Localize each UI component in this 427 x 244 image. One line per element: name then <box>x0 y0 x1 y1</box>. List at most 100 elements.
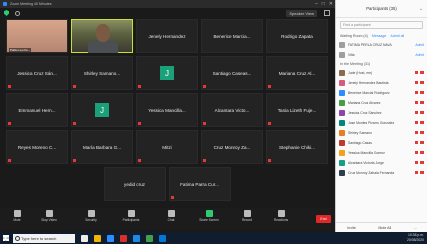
fullscreen-icon[interactable] <box>324 10 330 16</box>
avatar <box>339 170 345 176</box>
close-window-button[interactable]: ✕ <box>329 1 333 7</box>
participant-tile[interactable] <box>71 19 133 53</box>
participant-tile[interactable]: Emmanuel Hern... <box>6 93 68 127</box>
invite-button[interactable]: Invite <box>347 226 356 230</box>
participant-tile[interactable]: Alcantara Victo... <box>201 93 263 127</box>
muted-mic-icon <box>415 81 418 84</box>
participant-tile[interactable]: Mitzi <box>136 130 198 164</box>
file-explorer-icon[interactable] <box>94 234 101 242</box>
participant-name: Jessica Cruz Sán... <box>17 70 57 76</box>
word-icon[interactable] <box>133 234 140 242</box>
avatar <box>339 150 345 156</box>
toolbar-label: Record <box>241 218 253 222</box>
participant-status <box>415 101 424 104</box>
participant-row[interactable]: Jose Montes Pizarro Gonzalez <box>336 118 427 128</box>
muted-mic-icon <box>268 159 271 162</box>
windows-start-icon[interactable] <box>3 235 9 241</box>
participant-row[interactable]: Jenely Hernandez Bautista <box>336 78 427 88</box>
waiting-row[interactable]: Vitia Admit <box>336 50 427 60</box>
task-view-icon[interactable] <box>81 234 88 242</box>
avatar <box>339 42 345 48</box>
participant-tile[interactable]: Cruz Monroy Za... <box>201 130 263 164</box>
participant-tile[interactable]: Fatima Parra Cur... <box>168 167 231 201</box>
participant-row[interactable]: Jessica Cruz Sánchez <box>336 108 427 118</box>
participant-search-input[interactable]: Find a participant <box>340 21 423 29</box>
participant-row[interactable]: Benerice Marcial Rodriguez <box>336 88 427 98</box>
zoom-taskbar-icon[interactable] <box>107 234 114 242</box>
toolbar-mute-button[interactable]: Mute <box>6 210 28 222</box>
participant-row[interactable]: Santiago Casas <box>336 138 427 148</box>
participant-label: Pablo Leo Fe... <box>9 48 32 52</box>
mute-all-button[interactable]: Mute All <box>378 226 391 230</box>
participant-status <box>415 131 424 134</box>
participant-tile[interactable]: Pablo Leo Fe... <box>6 19 68 53</box>
toolbar-label: Participants <box>122 218 140 222</box>
admit-button[interactable]: Admit <box>415 53 424 57</box>
waiting-message-button[interactable]: Message <box>372 34 387 38</box>
participant-row[interactable]: Mariana Cruz Alvarez <box>336 98 427 108</box>
minimize-button[interactable]: – <box>315 1 318 7</box>
close-panel-icon[interactable]: ⌄ <box>419 6 423 12</box>
participant-row[interactable]: Shirley Samano <box>336 128 427 138</box>
encryption-shield-icon[interactable] <box>4 10 9 16</box>
share-screen-icon <box>205 210 213 217</box>
mail-icon[interactable] <box>159 234 166 242</box>
participant-name: Benerice Marcia... <box>213 33 251 39</box>
participant-name: Stephanie Chiki... <box>278 144 315 150</box>
muted-mic-icon <box>8 159 11 162</box>
toolbar-security-button[interactable]: Security <box>80 210 102 222</box>
toolbar-chat-button[interactable]: Chat <box>160 210 182 222</box>
toolbar-stop-video-button[interactable]: Stop Video <box>38 210 60 222</box>
camera-off-icon <box>420 141 424 144</box>
participant-name: Rodrigo Zapata <box>281 33 313 39</box>
participant-tile[interactable]: J <box>71 93 133 127</box>
participant-tile[interactable]: Benerice Marcia... <box>201 19 263 53</box>
avatar <box>339 100 345 106</box>
toolbar-share-screen-button[interactable]: Share Screen <box>198 210 220 222</box>
participant-tile[interactable]: J <box>136 56 198 90</box>
taskbar-search-input[interactable]: Type here to search <box>13 233 75 243</box>
admit-button[interactable]: Admit <box>415 43 424 47</box>
camera-off-icon <box>420 81 424 84</box>
participant-row[interactable]: Cruz Monroy Zabala Fernanda <box>336 168 427 178</box>
toolbar-record-button[interactable]: Record <box>236 210 258 222</box>
muted-mic-icon <box>138 85 141 88</box>
end-meeting-button[interactable]: End <box>316 215 331 223</box>
participant-tile[interactable]: Jenely Hernandez <box>136 19 198 53</box>
participant-name: Mitzi <box>162 144 172 150</box>
toolbar-participants-button[interactable]: Participants <box>120 210 142 222</box>
participant-tile[interactable]: Rodrigo Zapata <box>266 19 328 53</box>
participant-row[interactable]: Alcantara Victoria Jorge <box>336 158 427 168</box>
muted-mic-icon <box>415 71 418 74</box>
participant-tile[interactable]: María Barbara G... <box>71 130 133 164</box>
participant-tile[interactable]: Jessica Cruz Sán... <box>6 56 68 90</box>
avatar <box>339 90 345 96</box>
camera-off-icon <box>420 121 424 124</box>
participant-tile[interactable]: Stephanie Chiki... <box>266 130 328 164</box>
participant-tile[interactable]: Santiago Caseas... <box>201 56 263 90</box>
waiting-row[interactable]: FATIMA PERLA CRUZ NAVA Admit <box>336 40 427 50</box>
participant-tile[interactable]: Tania Lizeth Fuje... <box>266 93 328 127</box>
speaker-view-button[interactable]: Speaker View <box>286 10 317 17</box>
participant-video-face <box>96 24 110 42</box>
participant-tile[interactable]: Shirley Samano... <box>71 56 133 90</box>
participant-name: Reyes Moreno C... <box>17 144 57 150</box>
more-options-button[interactable]: ... <box>414 226 417 230</box>
toolbar-reactions-button[interactable]: Reactions <box>270 210 292 222</box>
participant-row[interactable]: Yessica Mancilla Gomez <box>336 148 427 158</box>
participant-tile[interactable]: yedid cruz <box>103 167 166 201</box>
chrome-icon[interactable] <box>120 234 127 242</box>
people-icon <box>127 210 135 217</box>
meeting-info-icon[interactable] <box>15 10 20 16</box>
participant-tile[interactable]: Mariana Cruz Al... <box>266 56 328 90</box>
participant-status <box>415 141 424 144</box>
muted-mic-icon <box>415 161 418 164</box>
participant-tile[interactable]: Reyes Moreno C... <box>6 130 68 164</box>
excel-icon[interactable] <box>146 234 153 242</box>
participant-name: Emmanuel Hern... <box>18 107 56 113</box>
maximize-button[interactable]: □ <box>322 1 325 7</box>
avatar <box>339 160 345 166</box>
participant-row[interactable]: Jude (Host, me) <box>336 68 427 78</box>
participant-tile[interactable]: Yessica Mancilla... <box>136 93 198 127</box>
admit-all-button[interactable]: Admit all <box>390 34 404 38</box>
